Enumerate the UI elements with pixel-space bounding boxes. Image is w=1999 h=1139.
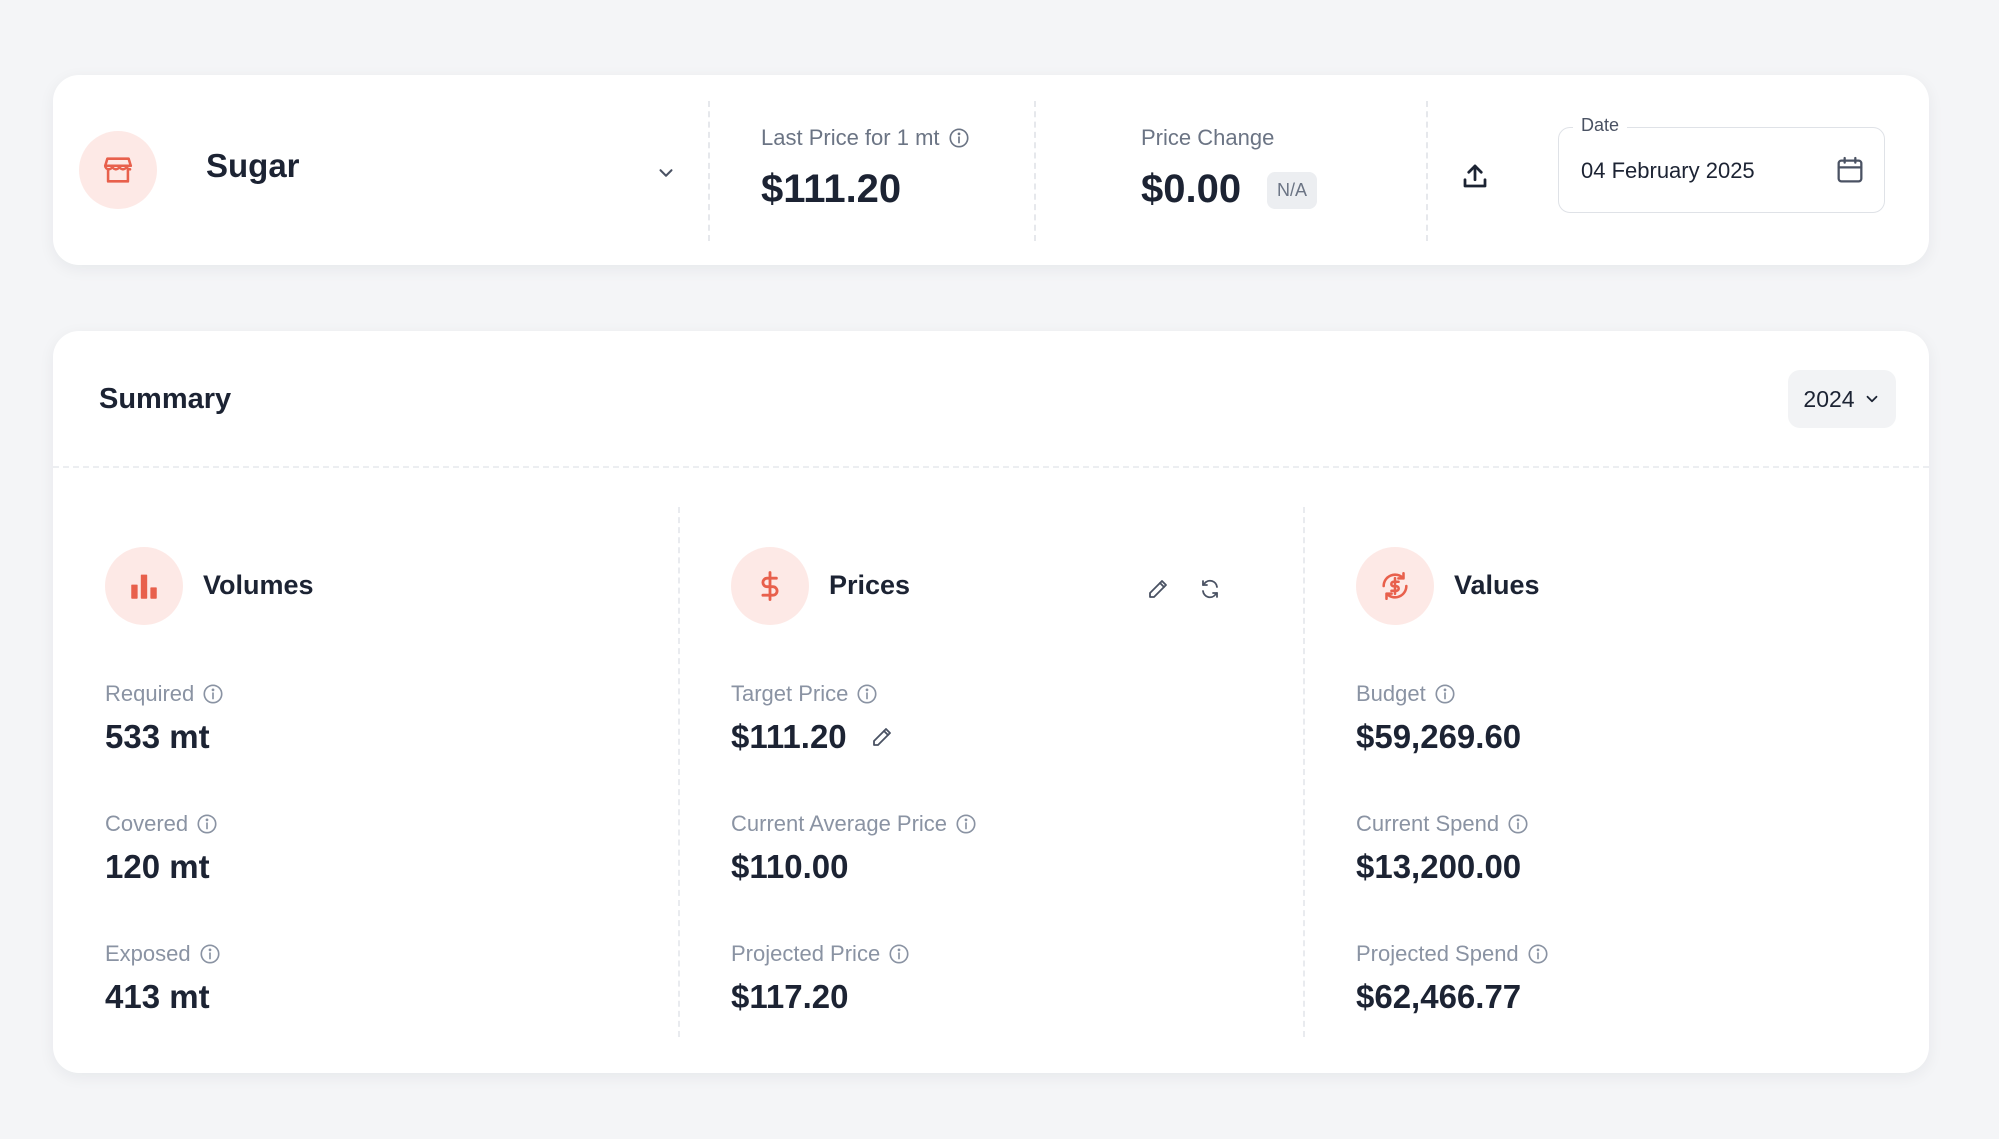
calendar-icon bbox=[1837, 156, 1863, 183]
required-label-row: Required bbox=[105, 681, 224, 707]
covered-value: 120 mt bbox=[105, 848, 210, 885]
commodity-header-card: Sugar Last Price for 1 mt $111.20 Price … bbox=[53, 75, 1929, 265]
projected-spend-label-row: Projected Spend bbox=[1356, 941, 1549, 967]
summary-card: Summary 2024 Volumes Required 533 mt Cov… bbox=[53, 331, 1929, 1073]
divider bbox=[53, 466, 1929, 468]
date-value: 04 February 2025 bbox=[1581, 158, 1755, 183]
required-label: Required bbox=[105, 681, 195, 706]
bar-chart-icon bbox=[105, 547, 183, 625]
edit-prices-button[interactable] bbox=[1141, 572, 1175, 606]
projected-spend-label: Projected Spend bbox=[1356, 941, 1519, 966]
summary-title: Summary bbox=[99, 383, 232, 415]
info-icon[interactable] bbox=[1434, 683, 1456, 705]
store-icon bbox=[79, 131, 157, 209]
refresh-icon bbox=[1202, 579, 1218, 599]
price-change-label: Price Change bbox=[1141, 125, 1275, 150]
year-select[interactable]: 2024 bbox=[1788, 370, 1896, 428]
info-icon[interactable] bbox=[856, 683, 878, 705]
last-price-label-row: Last Price for 1 mt bbox=[761, 125, 970, 151]
last-price-label: Last Price for 1 mt bbox=[761, 125, 940, 150]
year-value: 2024 bbox=[1803, 385, 1855, 412]
budget-label: Budget bbox=[1356, 681, 1426, 706]
chevron-down-icon bbox=[1866, 395, 1877, 403]
current-spend-label: Current Spend bbox=[1356, 811, 1500, 836]
info-icon[interactable] bbox=[199, 943, 221, 965]
target-price-value: $111.20 bbox=[731, 718, 847, 755]
date-field[interactable]: Date 04 February 2025 bbox=[1558, 115, 1885, 213]
pencil-icon bbox=[1149, 580, 1167, 598]
divider bbox=[1303, 507, 1305, 1037]
price-change-badge: N/A bbox=[1267, 172, 1318, 209]
upload-icon bbox=[1463, 164, 1487, 188]
chevron-down-icon bbox=[659, 169, 673, 177]
info-icon[interactable] bbox=[888, 943, 910, 965]
target-price-label: Target Price bbox=[731, 681, 849, 706]
budget-label-row: Budget bbox=[1356, 681, 1456, 707]
info-icon[interactable] bbox=[202, 683, 224, 705]
current-spend-value: $13,200.00 bbox=[1356, 848, 1522, 885]
refresh-prices-button[interactable] bbox=[1193, 572, 1227, 606]
covered-label: Covered bbox=[105, 811, 189, 836]
info-icon[interactable] bbox=[1507, 813, 1529, 835]
prices-title: Prices bbox=[829, 570, 911, 600]
required-value: 533 mt bbox=[105, 718, 210, 755]
exposed-value: 413 mt bbox=[105, 978, 210, 1015]
projected-price-label-row: Projected Price bbox=[731, 941, 910, 967]
projected-price-value: $117.20 bbox=[731, 978, 849, 1015]
price-change-value: $0.00 bbox=[1141, 167, 1242, 211]
info-icon[interactable] bbox=[196, 813, 218, 835]
covered-label-row: Covered bbox=[105, 811, 218, 837]
divider bbox=[708, 101, 710, 241]
info-icon[interactable] bbox=[1527, 943, 1549, 965]
upload-button[interactable] bbox=[1454, 155, 1496, 197]
target-price-label-row: Target Price bbox=[731, 681, 878, 707]
current-average-price-label-row: Current Average Price bbox=[731, 811, 977, 837]
values-title: Values bbox=[1454, 570, 1540, 600]
pencil-icon bbox=[873, 728, 891, 746]
info-icon[interactable] bbox=[955, 813, 977, 835]
budget-value: $59,269.60 bbox=[1356, 718, 1522, 755]
info-icon[interactable] bbox=[948, 127, 970, 149]
current-spend-label-row: Current Spend bbox=[1356, 811, 1529, 837]
dollar-cycle-icon bbox=[1356, 547, 1434, 625]
date-label: Date bbox=[1573, 115, 1628, 136]
divider bbox=[678, 507, 680, 1037]
divider bbox=[1426, 101, 1428, 241]
commodity-name[interactable]: Sugar bbox=[206, 147, 300, 185]
current-average-price-label: Current Average Price bbox=[731, 811, 948, 836]
projected-price-label: Projected Price bbox=[731, 941, 881, 966]
volumes-title: Volumes bbox=[203, 570, 314, 600]
exposed-label: Exposed bbox=[105, 941, 191, 966]
commodity-dropdown-button[interactable] bbox=[648, 155, 684, 191]
calendar-button[interactable] bbox=[1832, 152, 1868, 188]
divider bbox=[1034, 101, 1036, 241]
projected-spend-value: $62,466.77 bbox=[1356, 978, 1522, 1015]
dollar-icon bbox=[731, 547, 809, 625]
exposed-label-row: Exposed bbox=[105, 941, 221, 967]
edit-target-price-button[interactable] bbox=[865, 720, 899, 754]
last-price-value: $111.20 bbox=[761, 167, 902, 211]
current-average-price-value: $110.00 bbox=[731, 848, 849, 885]
